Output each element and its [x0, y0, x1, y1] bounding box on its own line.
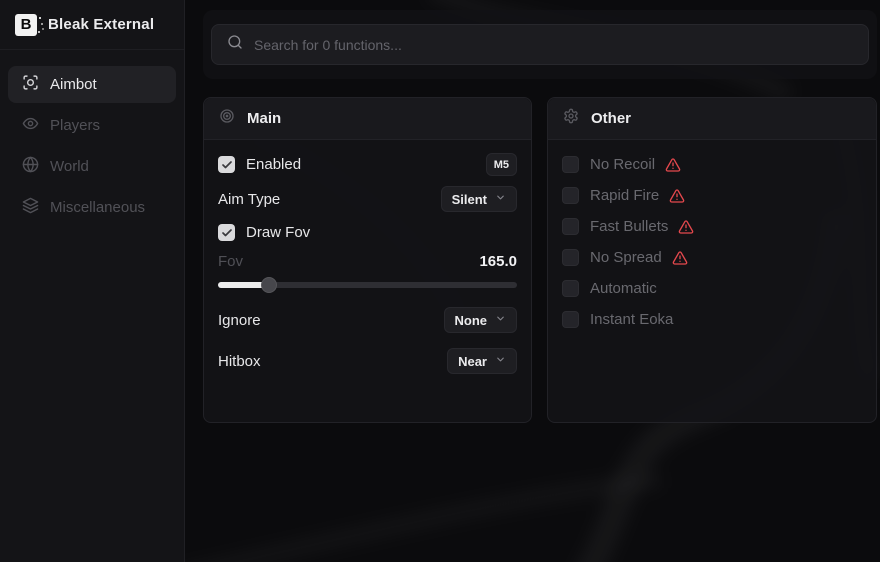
warning-icon	[678, 219, 694, 235]
chevron-down-icon	[495, 190, 506, 208]
search-bar-container: Search for 0 functions...	[203, 10, 877, 79]
warning-icon	[669, 188, 685, 204]
fov-slider[interactable]	[218, 277, 517, 293]
globe-icon	[22, 156, 39, 177]
enabled-checkbox[interactable]	[218, 156, 235, 173]
sidebar-item-label: Miscellaneous	[50, 199, 145, 216]
enabled-label: Enabled	[246, 156, 301, 173]
aim-type-label: Aim Type	[218, 191, 280, 208]
fov-label: Fov	[218, 253, 243, 270]
sidebar-item-label: Aimbot	[50, 76, 97, 93]
sidebar-nav: Aimbot Players World	[0, 50, 184, 246]
chevron-down-icon	[495, 352, 506, 370]
hitbox-label: Hitbox	[218, 353, 261, 370]
fov-value: 165.0	[479, 253, 517, 270]
feature-checkbox[interactable]	[562, 187, 579, 204]
feature-label: Rapid Fire	[590, 187, 659, 204]
main-panel: Main Enabled M5 Aim Type Silent	[203, 97, 532, 423]
panel-title: Main	[247, 110, 281, 127]
draw-fov-row: Draw Fov	[218, 224, 517, 241]
ignore-row: Ignore None	[218, 307, 517, 333]
ignore-value: None	[455, 313, 488, 328]
search-placeholder: Search for 0 functions...	[254, 37, 402, 53]
check-icon	[221, 227, 233, 239]
ignore-dropdown[interactable]: None	[444, 307, 518, 333]
target-icon	[219, 108, 235, 129]
feature-label: No Spread	[590, 249, 662, 266]
feature-label: Instant Eoka	[590, 311, 673, 328]
other-panel-body: No Recoil Rapid Fire Fast Bullets	[548, 140, 876, 355]
enabled-row: Enabled M5	[218, 153, 517, 176]
chevron-down-icon	[495, 311, 506, 329]
search-input[interactable]: Search for 0 functions...	[211, 24, 869, 65]
enabled-keybind-button[interactable]: M5	[486, 153, 517, 176]
feature-label: Automatic	[590, 280, 657, 297]
feature-checkbox[interactable]	[562, 311, 579, 328]
sidebar-item-label: Players	[50, 117, 100, 134]
feature-checkbox[interactable]	[562, 218, 579, 235]
feature-checkbox[interactable]	[562, 156, 579, 173]
ignore-label: Ignore	[218, 312, 261, 329]
fov-value-row: Fov 165.0	[218, 253, 517, 270]
gear-icon	[563, 108, 579, 129]
feature-row: Fast Bullets	[562, 218, 862, 235]
warning-icon	[665, 157, 681, 173]
aim-type-row: Aim Type Silent	[218, 186, 517, 212]
feature-row: Rapid Fire	[562, 187, 862, 204]
sidebar-item-aimbot[interactable]: Aimbot	[8, 66, 176, 103]
warning-icon	[672, 250, 688, 266]
feature-checkbox[interactable]	[562, 249, 579, 266]
eye-icon	[22, 115, 39, 136]
panel-title: Other	[591, 110, 631, 127]
sidebar: B Bleak External Aimbot Players	[0, 0, 185, 562]
feature-row: No Spread	[562, 249, 862, 266]
search-icon	[227, 34, 243, 55]
feature-checkbox[interactable]	[562, 280, 579, 297]
feature-label: No Recoil	[590, 156, 655, 173]
aim-type-value: Silent	[452, 192, 487, 207]
app-title: Bleak External	[48, 16, 154, 33]
layers-icon	[22, 197, 39, 218]
feature-row: Instant Eoka	[562, 311, 862, 328]
other-panel-header: Other	[548, 98, 876, 140]
hitbox-dropdown[interactable]: Near	[447, 348, 517, 374]
aim-type-dropdown[interactable]: Silent	[441, 186, 517, 212]
sidebar-item-label: World	[50, 158, 89, 175]
sidebar-item-miscellaneous[interactable]: Miscellaneous	[8, 189, 176, 226]
main-panel-header: Main	[204, 98, 531, 140]
fov-slider-thumb[interactable]	[261, 277, 277, 293]
feature-label: Fast Bullets	[590, 218, 668, 235]
feature-row: No Recoil	[562, 156, 862, 173]
draw-fov-label: Draw Fov	[246, 224, 310, 241]
hitbox-row: Hitbox Near	[218, 348, 517, 374]
main-panel-body: Enabled M5 Aim Type Silent Draw Fov	[204, 140, 531, 387]
crosshair-icon	[22, 74, 39, 95]
app-header: B Bleak External	[0, 0, 184, 50]
other-panel: Other No Recoil Rapid Fire Fast Bullets	[547, 97, 877, 423]
draw-fov-checkbox[interactable]	[218, 224, 235, 241]
hitbox-value: Near	[458, 354, 487, 369]
sidebar-item-world[interactable]: World	[8, 148, 176, 185]
sidebar-item-players[interactable]: Players	[8, 107, 176, 144]
check-icon	[221, 159, 233, 171]
app-logo: B	[15, 14, 37, 36]
main-content: Search for 0 functions... Main Enabled M…	[185, 0, 880, 562]
feature-row: Automatic	[562, 280, 862, 297]
